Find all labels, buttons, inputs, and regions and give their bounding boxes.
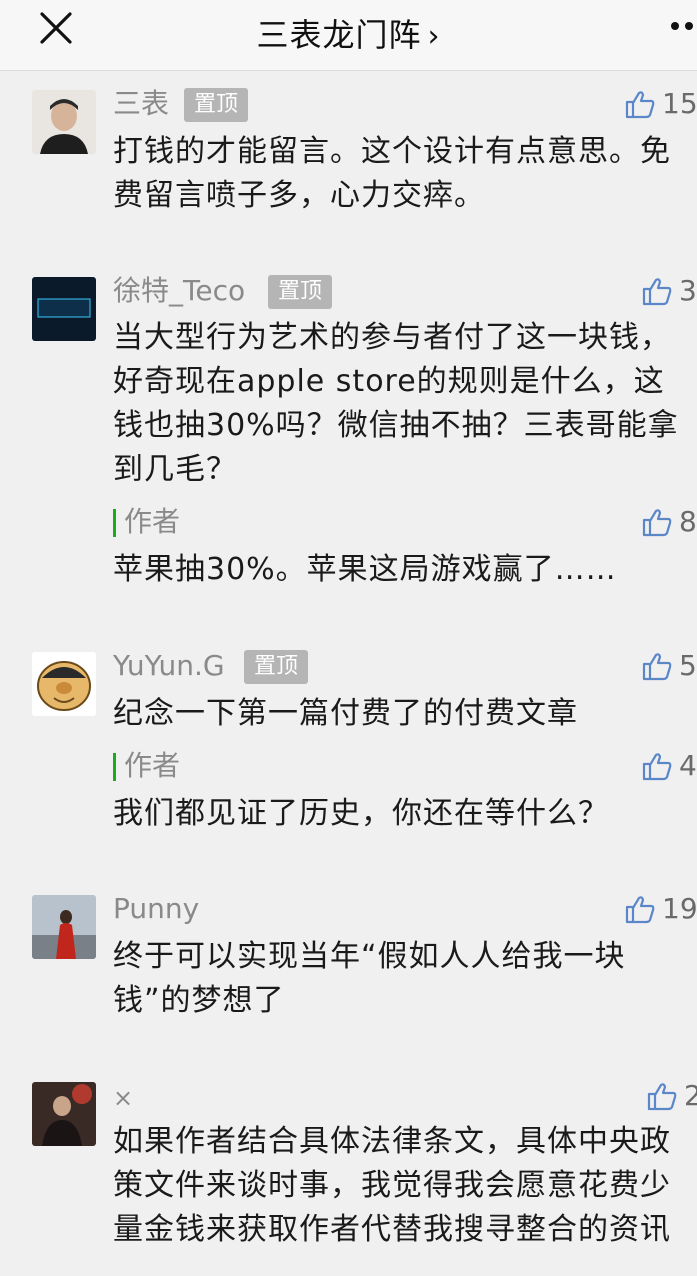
comment-text: 打钱的才能留言。这个设计有点意思。免费留言喷子多，心力交瘁。 xyxy=(113,134,671,213)
author-reply-text: 苹果抽30%。苹果这局游戏赢了…… xyxy=(113,552,617,587)
author-reply-marker xyxy=(113,509,116,537)
thumbs-up-icon xyxy=(647,1083,677,1111)
like-count: 15 xyxy=(662,87,697,120)
comment-author[interactable]: Punny xyxy=(113,891,199,927)
thumbs-up-icon xyxy=(642,509,672,537)
avatar[interactable] xyxy=(32,1082,96,1146)
comment-author[interactable]: YuYun.G xyxy=(113,648,225,684)
page-title: 三表龙门阵 xyxy=(256,16,422,54)
comment-text: 终于可以实现当年“假如人人给我一块钱”的梦想了 xyxy=(113,939,626,1018)
thumbs-up-icon xyxy=(625,91,655,119)
like-count: 3 xyxy=(679,274,697,307)
avatar[interactable] xyxy=(32,652,96,716)
like-count: 4 xyxy=(679,749,697,782)
author-reply-label: 作者 xyxy=(124,505,181,538)
author-reply-marker xyxy=(113,753,116,781)
author-reply-text: 我们都见证了历史，你还在等什么？ xyxy=(113,796,609,831)
thumbs-up-icon xyxy=(642,278,672,306)
thumbs-up-icon xyxy=(642,753,672,781)
comment-text: 纪念一下第一篇付费了的付费文章 xyxy=(113,696,578,731)
like-count: 19 xyxy=(662,892,697,925)
comment-text: 如果作者结合具体法律条文，具体中央政策文件来谈时事，我觉得我会愿意花费少量金钱来… xyxy=(113,1124,671,1247)
thumbs-up-icon xyxy=(625,896,655,924)
comment-text: 当大型行为艺术的参与者付了这一块钱，好奇现在apple store的规则是什么，… xyxy=(113,320,679,487)
pinned-badge: 置顶 xyxy=(268,275,333,309)
comment-author[interactable]: 徐特_Teco xyxy=(113,273,245,309)
page-title-link[interactable]: 三表龙门阵 › xyxy=(0,10,697,56)
nav-bar: 三表龙门阵 › xyxy=(0,0,697,71)
avatar[interactable] xyxy=(32,90,96,154)
chevron-right-icon: › xyxy=(427,19,441,54)
like-count: 5 xyxy=(679,649,697,682)
avatar[interactable] xyxy=(32,895,96,959)
like-count: 2 xyxy=(684,1079,697,1112)
comment-author[interactable]: × xyxy=(113,1080,133,1116)
thumbs-up-icon xyxy=(642,653,672,681)
like-count: 8 xyxy=(679,505,697,538)
pinned-badge: 置顶 xyxy=(244,650,309,684)
comment-author[interactable]: 三表 xyxy=(113,86,169,122)
more-icon[interactable] xyxy=(667,22,697,34)
author-reply-label: 作者 xyxy=(124,749,181,782)
avatar[interactable] xyxy=(32,277,96,341)
pinned-badge: 置顶 xyxy=(184,88,249,122)
